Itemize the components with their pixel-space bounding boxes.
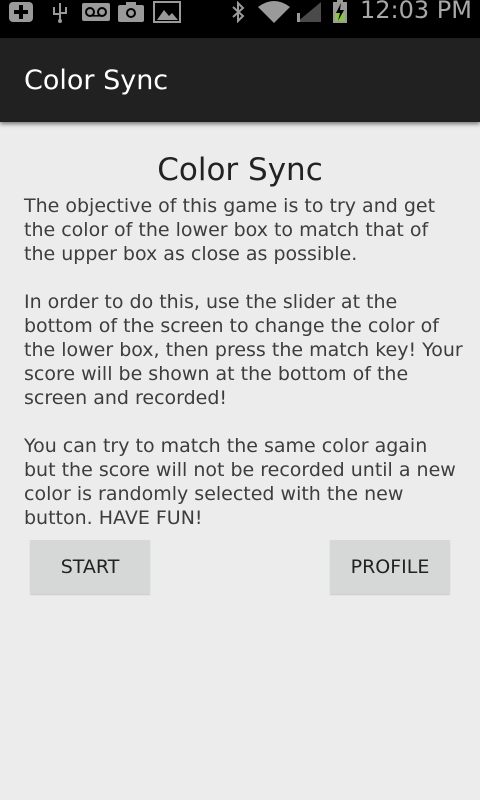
start-button[interactable]: START: [30, 540, 150, 594]
instructions-text: The objective of this game is to try and…: [24, 195, 463, 529]
image-icon: [152, 0, 182, 24]
battery-charging-icon: [330, 0, 350, 24]
status-time: 12:03 PM: [360, 0, 472, 24]
signal-icon: [294, 0, 324, 24]
main-content: Color Sync The objective of this game is…: [0, 124, 480, 800]
wifi-icon: [256, 0, 292, 24]
status-bar: 12:03 PM: [0, 0, 480, 38]
bluetooth-icon: [228, 0, 248, 24]
app-title: Color Sync: [24, 65, 169, 96]
action-bar: Color Sync: [0, 38, 480, 122]
camera-icon: [116, 0, 146, 24]
add-icon: [6, 0, 36, 24]
page-heading: Color Sync: [157, 152, 323, 188]
profile-button[interactable]: PROFILE: [330, 540, 450, 594]
voicemail-icon: [80, 0, 112, 24]
usb-icon: [48, 0, 72, 24]
